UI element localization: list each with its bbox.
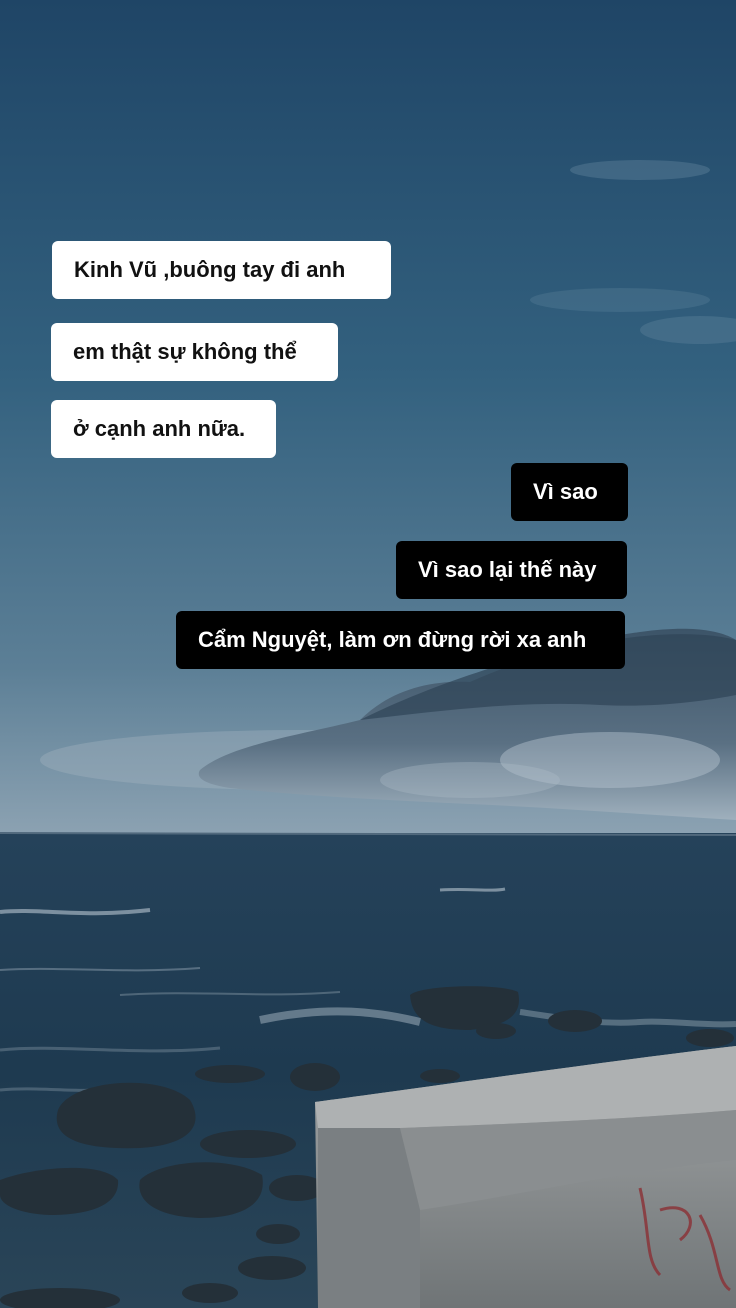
message-bubble-3: ở cạnh anh nữa.	[51, 400, 276, 458]
message-bubble-1: Kinh Vũ ,buông tay đi anh	[52, 241, 391, 299]
reply-bubble-3: Cẩm Nguyệt, làm ơn đừng rời xa anh	[176, 611, 625, 669]
reply-bubble-1: Vì sao	[511, 463, 628, 521]
reply-bubble-2: Vì sao lại thế này	[396, 541, 627, 599]
message-bubble-2: em thật sự không thể	[51, 323, 338, 381]
